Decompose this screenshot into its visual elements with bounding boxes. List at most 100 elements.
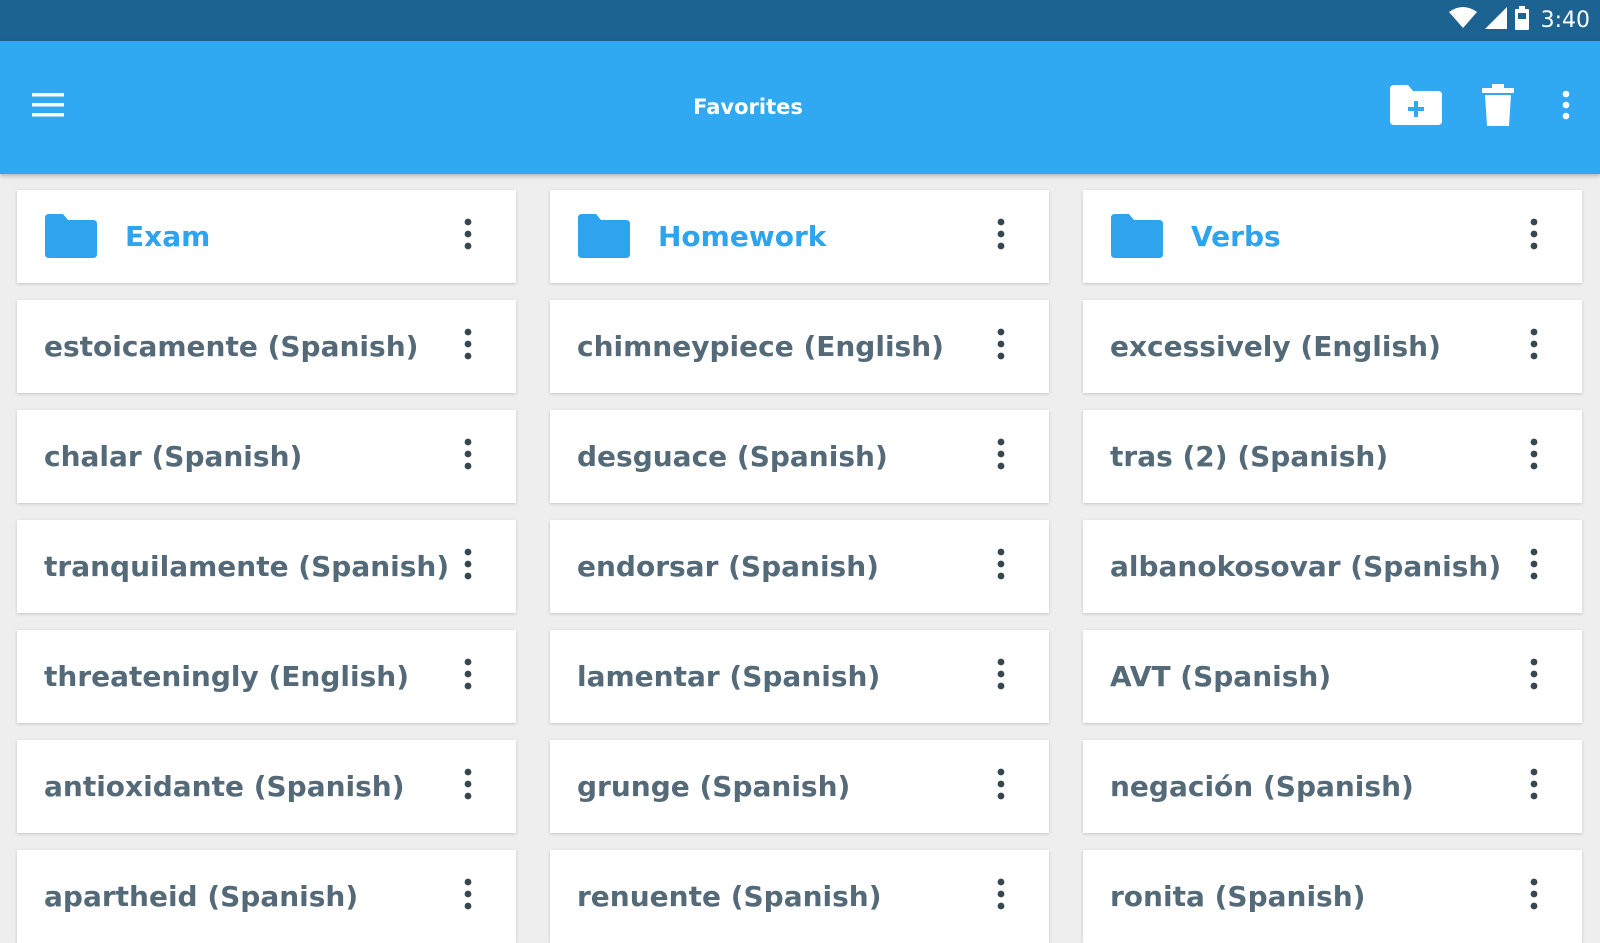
more-vert-icon xyxy=(464,878,472,915)
favorite-word-label: grunge (Spanish) xyxy=(577,770,851,803)
favorite-word-label: albanokosovar (Spanish) xyxy=(1110,550,1502,583)
more-vert-icon xyxy=(997,548,1005,585)
favorite-word-label: tranquilamente (Spanish) xyxy=(44,550,450,583)
favorite-word-card[interactable]: AVT (Spanish) xyxy=(1083,630,1582,723)
more-vert-icon xyxy=(997,218,1005,255)
favorite-word-label: lamentar (Spanish) xyxy=(577,660,881,693)
word-options-button[interactable] xyxy=(448,546,488,586)
more-vert-icon xyxy=(997,438,1005,475)
favorite-word-card[interactable]: excessively (English) xyxy=(1083,300,1582,393)
word-options-button[interactable] xyxy=(448,656,488,696)
more-vert-icon xyxy=(997,878,1005,915)
folder-card-homework[interactable]: Homework xyxy=(550,190,1049,283)
folder-card-exam[interactable]: Exam xyxy=(17,190,516,283)
folder-card-verbs[interactable]: Verbs xyxy=(1083,190,1582,283)
word-options-button[interactable] xyxy=(981,326,1021,366)
favorite-word-card[interactable]: threateningly (English) xyxy=(17,630,516,723)
folder-name: Verbs xyxy=(1191,220,1281,253)
word-options-button[interactable] xyxy=(1514,326,1554,366)
favorite-word-label: chimneypiece (English) xyxy=(577,330,944,363)
favorite-word-label: estoicamente (Spanish) xyxy=(44,330,419,363)
favorites-grid: Exam Homework Verbs estoicamente (Spanis… xyxy=(17,190,1585,943)
word-options-button[interactable] xyxy=(981,766,1021,806)
word-options-button[interactable] xyxy=(1514,546,1554,586)
battery-icon xyxy=(1514,6,1529,35)
more-vert-icon xyxy=(997,768,1005,805)
word-options-button[interactable] xyxy=(981,546,1021,586)
more-vert-icon xyxy=(997,328,1005,365)
word-options-button[interactable] xyxy=(1514,656,1554,696)
more-vert-icon xyxy=(464,218,472,255)
favorite-word-label: tras (2) (Spanish) xyxy=(1110,440,1389,473)
more-vert-icon xyxy=(464,438,472,475)
more-vert-icon xyxy=(1562,90,1570,125)
folder-options-button[interactable] xyxy=(448,216,488,256)
favorite-word-card[interactable]: tras (2) (Spanish) xyxy=(1083,410,1582,503)
word-options-button[interactable] xyxy=(448,766,488,806)
page-title: Favorites xyxy=(693,95,803,119)
more-vert-icon xyxy=(464,658,472,695)
favorite-word-card[interactable]: chimneypiece (English) xyxy=(550,300,1049,393)
trash-icon xyxy=(1482,84,1514,131)
favorite-word-card[interactable]: lamentar (Spanish) xyxy=(550,630,1049,723)
favorite-word-label: antioxidante (Spanish) xyxy=(44,770,405,803)
folder-icon xyxy=(45,214,97,258)
favorite-word-card[interactable]: antioxidante (Spanish) xyxy=(17,740,516,833)
favorite-word-label: AVT (Spanish) xyxy=(1110,660,1332,693)
more-vert-icon xyxy=(464,328,472,365)
more-vert-icon xyxy=(464,548,472,585)
word-options-button[interactable] xyxy=(1514,436,1554,476)
favorite-word-label: apartheid (Spanish) xyxy=(44,880,359,913)
status-icons: 3:40 xyxy=(1448,0,1590,41)
favorite-word-card[interactable]: estoicamente (Spanish) xyxy=(17,300,516,393)
more-vert-icon xyxy=(464,768,472,805)
favorite-word-label: negación (Spanish) xyxy=(1110,770,1414,803)
favorite-word-card[interactable]: albanokosovar (Spanish) xyxy=(1083,520,1582,613)
word-options-button[interactable] xyxy=(1514,876,1554,916)
folder-name: Exam xyxy=(125,220,211,253)
more-vert-icon xyxy=(1530,548,1538,585)
word-options-button[interactable] xyxy=(448,876,488,916)
app-bar-actions xyxy=(1376,41,1600,174)
delete-button[interactable] xyxy=(1458,78,1538,138)
favorite-word-label: desguace (Spanish) xyxy=(577,440,888,473)
folder-options-button[interactable] xyxy=(981,216,1021,256)
favorite-word-label: excessively (English) xyxy=(1110,330,1441,363)
favorite-word-label: endorsar (Spanish) xyxy=(577,550,879,583)
favorite-word-label: threateningly (English) xyxy=(44,660,409,693)
more-vert-icon xyxy=(1530,768,1538,805)
favorite-word-label: chalar (Spanish) xyxy=(44,440,303,473)
more-vert-icon xyxy=(1530,658,1538,695)
more-vert-icon xyxy=(1530,218,1538,255)
app-bar: Favorites xyxy=(0,41,1600,174)
more-vert-icon xyxy=(1530,878,1538,915)
status-time: 3:40 xyxy=(1540,8,1590,33)
favorite-word-card[interactable]: endorsar (Spanish) xyxy=(550,520,1049,613)
favorite-word-card[interactable]: tranquilamente (Spanish) xyxy=(17,520,516,613)
favorite-word-card[interactable]: chalar (Spanish) xyxy=(17,410,516,503)
more-vert-icon xyxy=(1530,328,1538,365)
word-options-button[interactable] xyxy=(448,326,488,366)
more-vert-icon xyxy=(1530,438,1538,475)
word-options-button[interactable] xyxy=(981,436,1021,476)
word-options-button[interactable] xyxy=(981,656,1021,696)
favorite-word-card[interactable]: renuente (Spanish) xyxy=(550,850,1049,943)
folder-options-button[interactable] xyxy=(1514,216,1554,256)
wifi-icon xyxy=(1448,7,1477,34)
word-options-button[interactable] xyxy=(1514,766,1554,806)
favorite-word-card[interactable]: desguace (Spanish) xyxy=(550,410,1049,503)
folder-icon xyxy=(1111,214,1163,258)
favorite-word-card[interactable]: negación (Spanish) xyxy=(1083,740,1582,833)
favorite-word-label: ronita (Spanish) xyxy=(1110,880,1366,913)
overflow-menu-button[interactable] xyxy=(1538,78,1594,138)
status-bar: 3:40 xyxy=(0,0,1600,41)
favorite-word-card[interactable]: apartheid (Spanish) xyxy=(17,850,516,943)
more-vert-icon xyxy=(997,658,1005,695)
folder-name: Homework xyxy=(658,220,827,253)
favorite-word-card[interactable]: ronita (Spanish) xyxy=(1083,850,1582,943)
new-folder-button[interactable] xyxy=(1376,78,1456,138)
word-options-button[interactable] xyxy=(448,436,488,476)
word-options-button[interactable] xyxy=(981,876,1021,916)
cell-signal-icon xyxy=(1484,7,1507,34)
favorite-word-card[interactable]: grunge (Spanish) xyxy=(550,740,1049,833)
